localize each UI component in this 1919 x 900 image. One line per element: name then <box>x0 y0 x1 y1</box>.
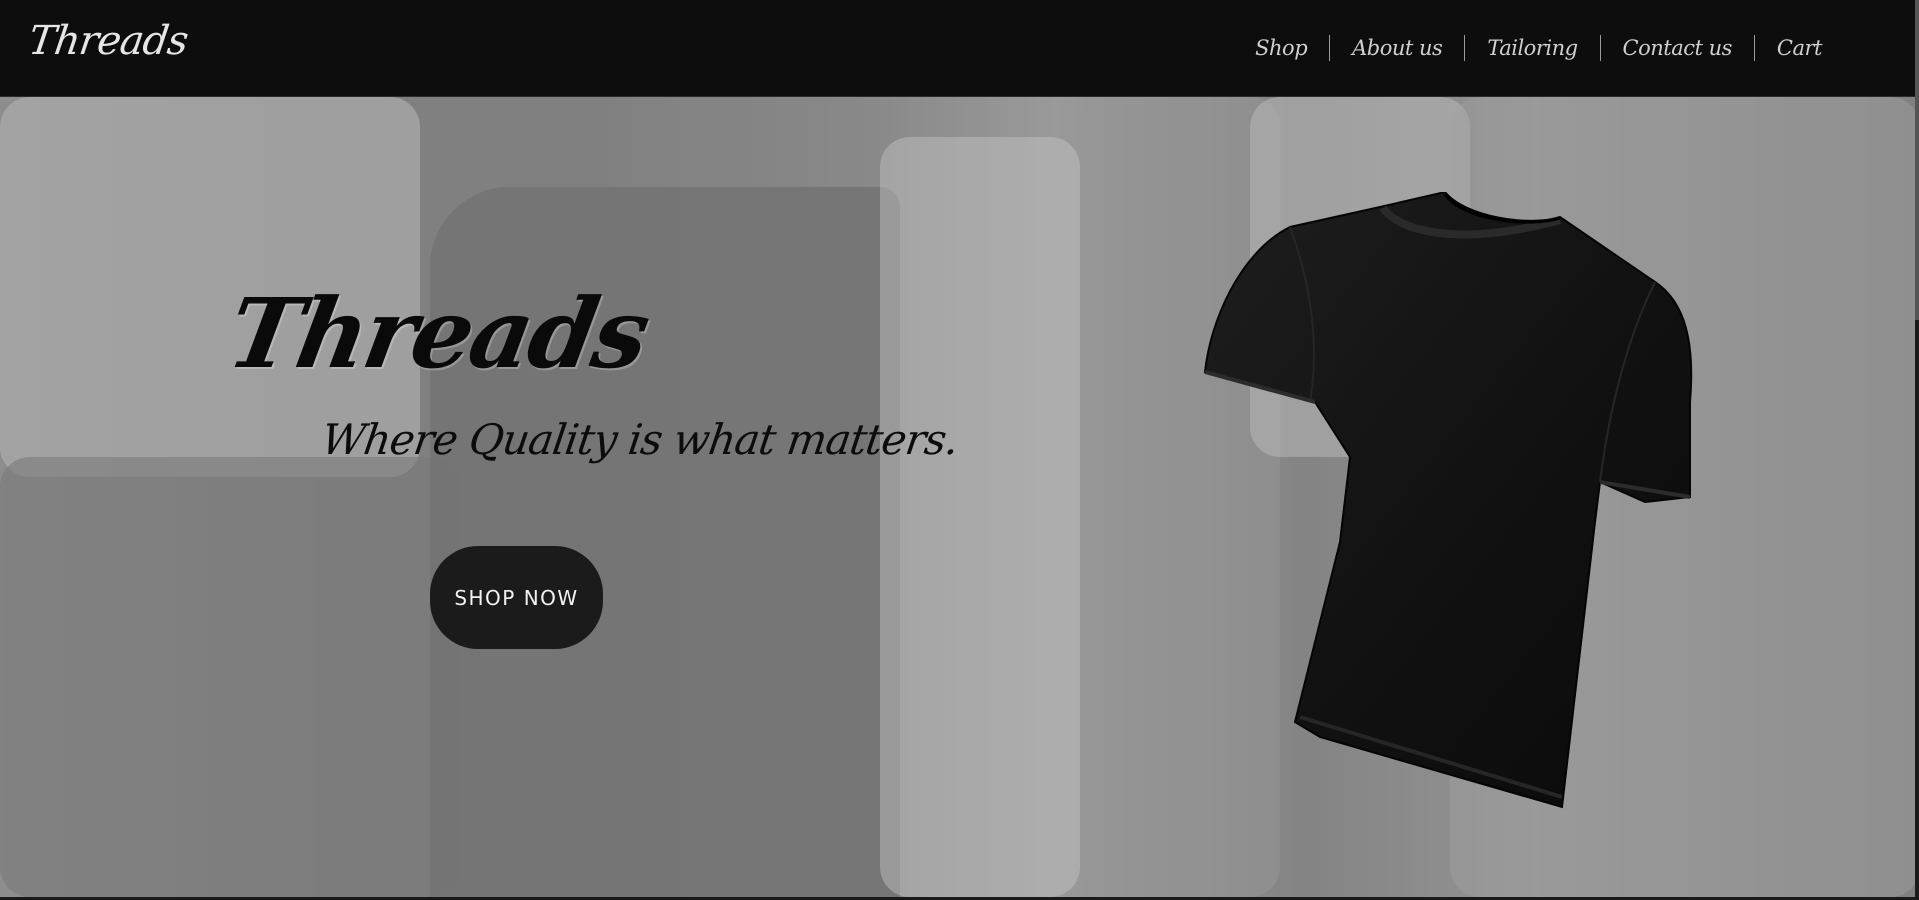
shop-now-button[interactable]: SHOP NOW <box>430 546 603 649</box>
scrollbar[interactable] <box>1915 0 1919 900</box>
tshirt-image <box>1203 192 1693 809</box>
hero-tagline: Where Quality is what matters. <box>318 415 962 464</box>
nav-link-contact-us[interactable]: Contact us <box>1601 36 1754 60</box>
nav-link-tailoring[interactable]: Tailoring <box>1465 36 1599 60</box>
nav-link-shop[interactable]: Shop <box>1233 36 1329 60</box>
scrollbar-thumb[interactable] <box>1915 0 1919 320</box>
hero-section: Threads Where Quality is what matters. S… <box>0 97 1919 897</box>
page: Threads Shop About us Tailoring Contact … <box>0 0 1919 900</box>
nav-link-about-us[interactable]: About us <box>1330 36 1464 60</box>
hero-title: Threads <box>220 277 656 390</box>
nav-link-cart[interactable]: Cart <box>1755 36 1844 60</box>
nav-links: Shop About us Tailoring Contact us Cart <box>1233 30 1844 66</box>
top-navbar: Threads Shop About us Tailoring Contact … <box>0 0 1919 97</box>
brand-logo[interactable]: Threads <box>26 18 191 64</box>
